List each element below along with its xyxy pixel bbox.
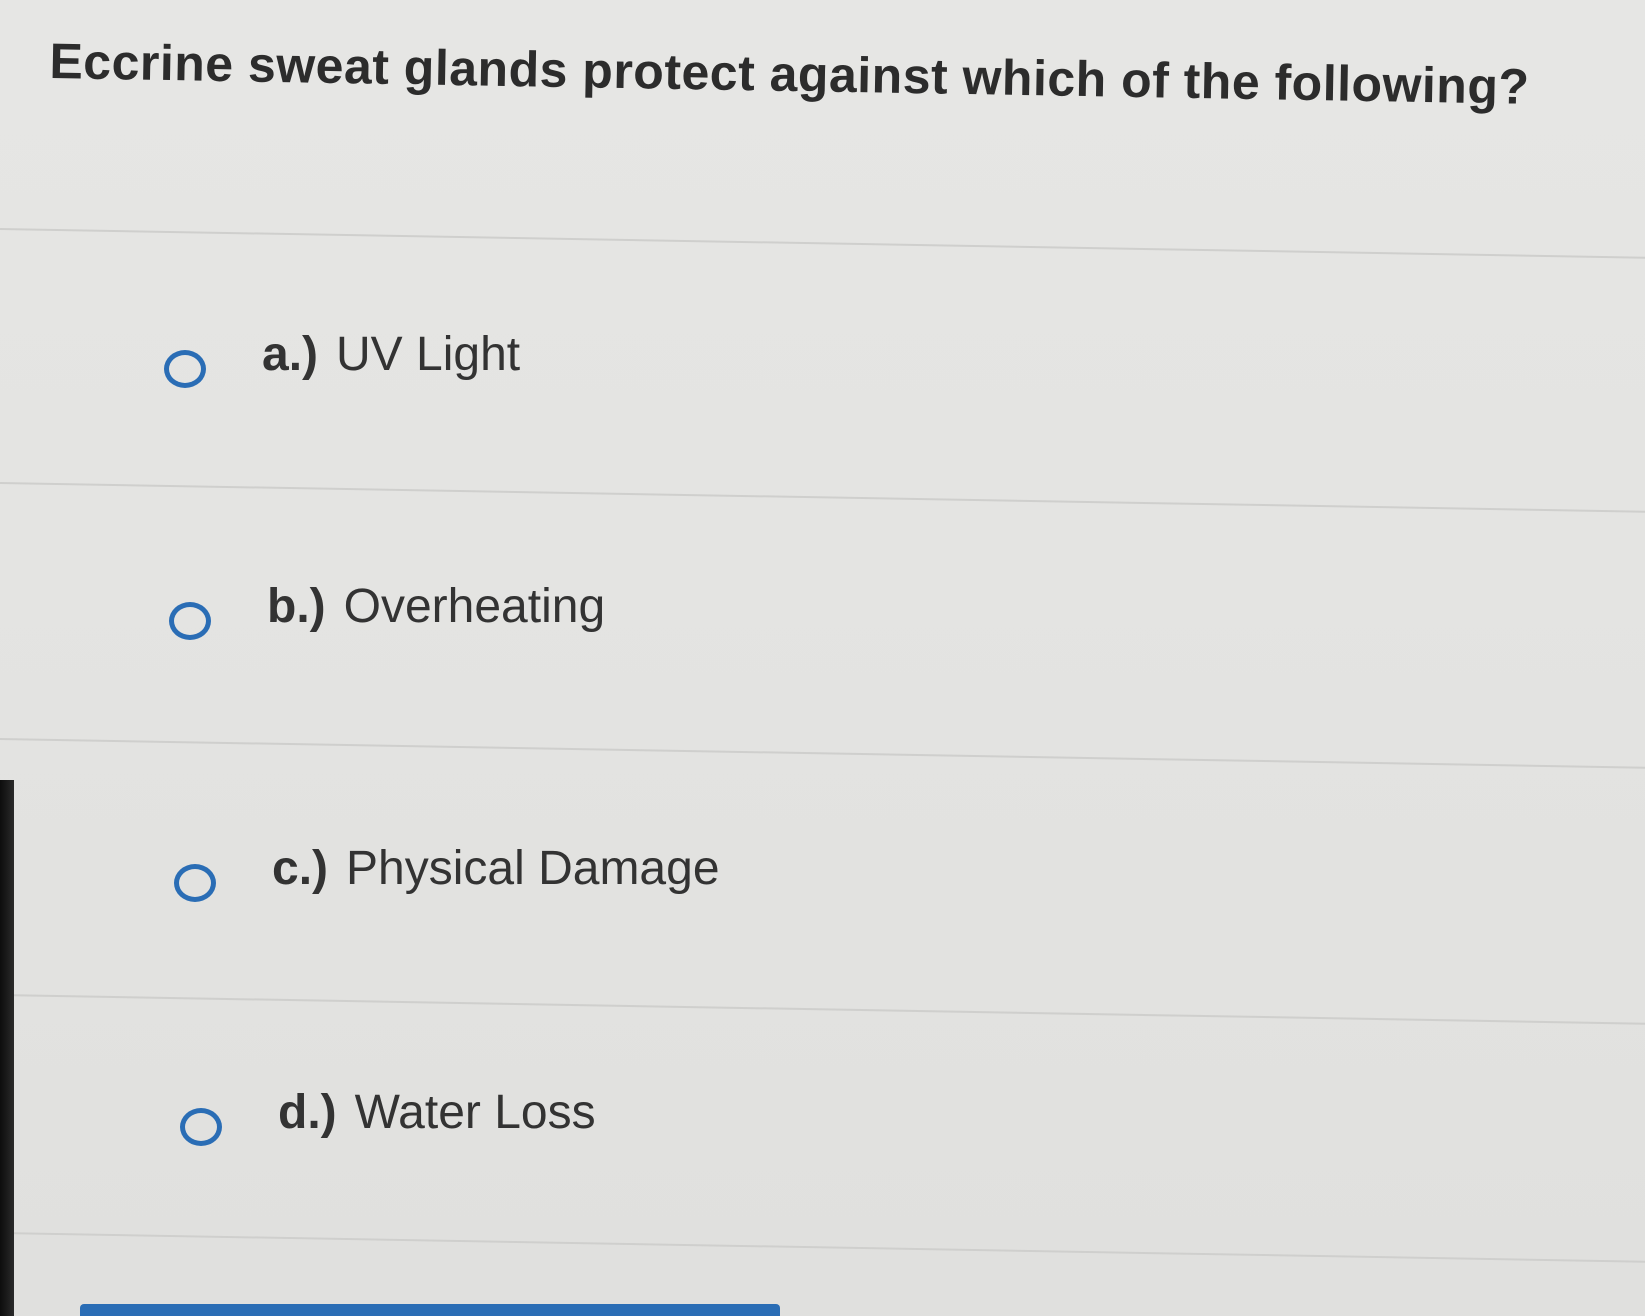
option-label: Water Loss [354,1085,596,1139]
divider [0,1232,1645,1264]
option-letter: b.) [267,579,326,633]
option-label: Overheating [343,579,606,633]
option-label: UV Light [336,327,521,381]
radio-unchecked-icon[interactable] [174,864,216,902]
option-a[interactable]: a.) UV Light [164,328,520,388]
option-a-text: a.) UV Light [262,327,520,382]
question-text: Eccrine sweat glands protect against whi… [49,32,1530,115]
option-d-text: d.) Water Loss [278,1085,596,1140]
radio-unchecked-icon[interactable] [164,350,206,388]
radio-unchecked-icon[interactable] [180,1108,222,1146]
submit-button-edge[interactable] [80,1304,780,1316]
divider [0,228,1645,260]
monitor-bezel [0,780,14,1316]
divider [0,738,1645,770]
option-c[interactable]: c.) Physical Damage [174,842,720,902]
divider [0,482,1645,514]
option-letter: c.) [272,841,329,895]
option-d[interactable]: d.) Water Loss [180,1086,596,1146]
option-label: Physical Damage [346,841,720,895]
option-letter: a.) [262,327,319,381]
divider [0,994,1645,1026]
quiz-screen: Eccrine sweat glands protect against whi… [0,0,1645,1316]
radio-unchecked-icon[interactable] [169,602,211,640]
option-b-text: b.) Overheating [267,579,605,634]
option-letter: d.) [278,1085,337,1139]
option-c-text: c.) Physical Damage [272,841,720,896]
option-b[interactable]: b.) Overheating [169,580,605,640]
